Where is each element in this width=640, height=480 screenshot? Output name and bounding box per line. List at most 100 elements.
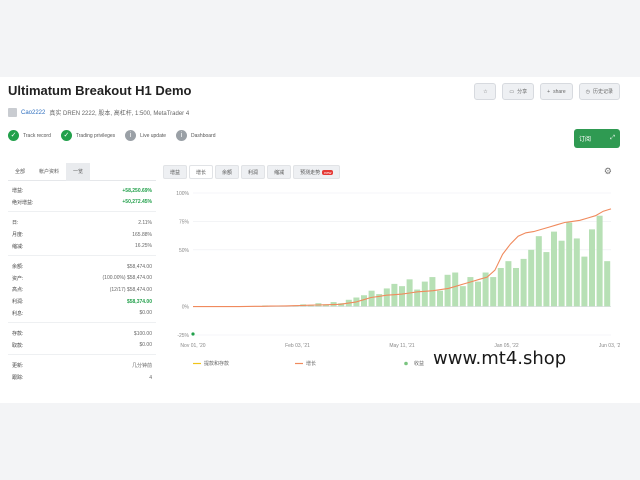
verification-badges: ✓ Track record ✓ Trading privileges i Live …: [8, 130, 216, 141]
stat-label: 日:: [12, 220, 19, 227]
chart-tabs: 增益 增长 余额 利润 缩减 预测走势 new: [163, 163, 620, 181]
profit-bar: [551, 231, 557, 307]
stat-label: 利润:: [12, 299, 24, 306]
check-icon: ✓: [60, 130, 72, 141]
stat-row: 月度: 165.88%: [8, 229, 156, 241]
plus-icon: +: [547, 88, 551, 95]
profit-bar: [459, 286, 466, 307]
discuss-button[interactable]: ▭ 分享: [502, 83, 535, 100]
legend-label: 收益: [414, 360, 424, 367]
x-tick-label: Nov 01, '20: [180, 343, 205, 349]
profit-bar: [573, 238, 580, 307]
legend-label: 增长: [306, 360, 316, 367]
check-icon: ✓: [8, 130, 19, 141]
chart-tab[interactable]: 余额: [215, 165, 240, 179]
chart-tab[interactable]: 增益: [163, 165, 188, 179]
y-tick-label: 75%: [179, 219, 190, 225]
chart-tab[interactable]: 增长: [189, 165, 214, 179]
tab-all[interactable]: 全部: [8, 163, 32, 181]
stats-list: 增益: +58,250.69% 绝对增益: +50,272.45% 日: 2.11% 月度:…: [8, 181, 156, 383]
share-button[interactable]: + share: [540, 83, 573, 100]
clock-icon: ◷: [585, 88, 590, 95]
stat-row: 绝对增益: +50,272.45%: [8, 197, 156, 209]
stat-value: (100.00%) $58,474.00: [102, 275, 152, 282]
chart-tab[interactable]: 预测走势 new: [293, 165, 341, 179]
stat-row: 取款: $0.00: [8, 340, 156, 352]
profit-bar: [437, 290, 443, 307]
badge-dashboard[interactable]: i Dashboard: [176, 130, 216, 141]
strategy-meta: Cao2222 真实 DREN 2222, 股本, 高杠杆, 1:500, Me…: [8, 108, 189, 117]
tab-overview[interactable]: 一览: [66, 162, 91, 181]
y-tick-label: 0%: [182, 305, 190, 311]
stat-value: $58,374.00: [126, 298, 152, 305]
chat-icon: ▭: [509, 88, 515, 95]
stat-value: $0.00: [139, 310, 152, 317]
stat-row: 更新: 几分钟前: [8, 360, 156, 372]
profit-bar: [497, 267, 504, 307]
profit-bar: [399, 286, 405, 307]
profit-bar: [596, 215, 603, 307]
avatar[interactable]: [8, 108, 17, 117]
stats-tabs: 全部 帐户资料 一览: [8, 162, 156, 181]
profit-bar: [513, 267, 519, 307]
stat-row: 存款: $100.00: [8, 328, 156, 340]
badge-live-update[interactable]: i Live update: [125, 130, 166, 141]
stat-value: +58,250.69%: [122, 187, 152, 194]
stat-label: 缩减:: [12, 243, 24, 250]
stat-row: 高点: (12/17) $58,474.00: [8, 284, 156, 296]
stat-row: 缩减: 16.25%: [8, 240, 156, 252]
account-details: 真实 DREN 2222, 股本, 高杠杆, 1:500, MetaTrader…: [49, 111, 190, 117]
stat-value: +50,272.45%: [122, 199, 152, 206]
y-tick-label: 50%: [179, 248, 190, 254]
legend-label: 提款和存款: [204, 360, 229, 367]
stat-row: 跟踪: 4: [8, 372, 156, 384]
legend-swatch: [404, 361, 408, 366]
chart-tab-label: 余额: [222, 169, 233, 176]
profit-bar: [520, 258, 527, 307]
stat-label: 余额:: [12, 264, 24, 271]
stats-panel: 全部 帐户资料 一览 增益: +58,250.69% 绝对增益: +50,272.45…: [8, 162, 156, 395]
author-link[interactable]: Cao2222: [21, 110, 45, 116]
stat-value: 165.88%: [132, 231, 152, 238]
stat-value: 16.25%: [135, 243, 152, 250]
stat-row: 利息: $0.00: [8, 307, 156, 319]
stat-label: 月度:: [12, 232, 24, 239]
badge-trading-privileges[interactable]: ✓ Trading privileges: [60, 130, 115, 141]
star-icon: ☆: [483, 88, 488, 95]
settings-icon[interactable]: ⚙: [604, 166, 612, 177]
chart-tab[interactable]: 缩减: [267, 165, 292, 179]
stat-row: 余额: $58,474.00: [8, 261, 156, 273]
y-tick-label: 100%: [176, 191, 189, 197]
stat-label: 更新:: [12, 363, 24, 370]
favorite-button[interactable]: ☆: [474, 83, 497, 100]
stat-row: 增益: +58,250.69%: [8, 185, 156, 197]
profit-bar: [535, 236, 542, 307]
profit-bar: [383, 288, 390, 307]
chart-tab[interactable]: 利润: [241, 165, 266, 179]
profit-bar: [581, 256, 588, 307]
stat-value: 4: [149, 374, 152, 381]
stat-value: 2.11%: [138, 219, 152, 226]
info-icon: i: [125, 130, 137, 141]
stat-label: 取款:: [12, 342, 24, 349]
stat-value: $58,474.00: [126, 263, 152, 270]
profit-bar: [444, 274, 451, 307]
stat-value: (12/17) $58,474.00: [109, 286, 152, 293]
history-button[interactable]: ◷ 历史记录: [578, 83, 620, 100]
profit-bar: [490, 277, 497, 307]
stat-label: 利息:: [12, 310, 24, 317]
profit-bar: [528, 249, 535, 307]
stat-label: 跟踪:: [12, 375, 24, 382]
badge-track-record[interactable]: ✓ Track record: [8, 130, 51, 141]
x-tick-label: May 11, '21: [389, 343, 415, 349]
profit-bar: [368, 290, 375, 307]
stat-label: 高点:: [12, 287, 24, 294]
start-marker: [191, 332, 195, 336]
stat-row: 利润: $58,374.00: [8, 296, 156, 308]
stat-label: 存款:: [12, 331, 24, 338]
subscribe-button[interactable]: 订阅 ⤢: [574, 129, 620, 148]
x-tick-label: Jun 03, '22: [599, 343, 620, 349]
profit-bar: [475, 281, 481, 307]
chart-tab-label: 增长: [196, 169, 207, 176]
tab-account-info[interactable]: 帐户资料: [32, 163, 66, 181]
